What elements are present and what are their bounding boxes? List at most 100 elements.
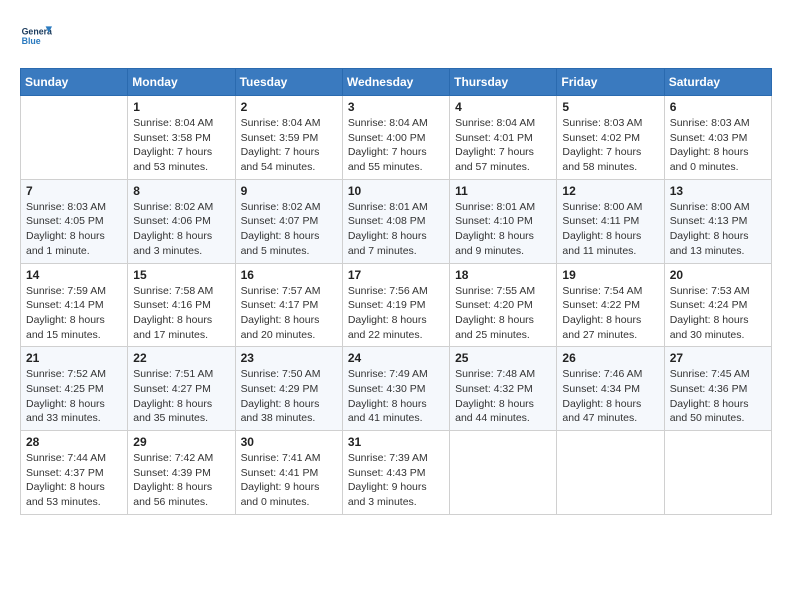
calendar-cell: 20 Sunrise: 7:53 AMSunset: 4:24 PMDaylig…: [664, 263, 771, 347]
calendar-week-row: 28 Sunrise: 7:44 AMSunset: 4:37 PMDaylig…: [21, 431, 772, 515]
calendar-cell: 29 Sunrise: 7:42 AMSunset: 4:39 PMDaylig…: [128, 431, 235, 515]
calendar-table: SundayMondayTuesdayWednesdayThursdayFrid…: [20, 68, 772, 515]
day-info: Sunrise: 7:59 AMSunset: 4:14 PMDaylight:…: [26, 284, 122, 343]
day-info: Sunrise: 7:39 AMSunset: 4:43 PMDaylight:…: [348, 451, 444, 510]
calendar-cell: 23 Sunrise: 7:50 AMSunset: 4:29 PMDaylig…: [235, 347, 342, 431]
day-info: Sunrise: 7:49 AMSunset: 4:30 PMDaylight:…: [348, 367, 444, 426]
day-info: Sunrise: 7:48 AMSunset: 4:32 PMDaylight:…: [455, 367, 551, 426]
day-number: 26: [562, 351, 658, 365]
calendar-week-row: 14 Sunrise: 7:59 AMSunset: 4:14 PMDaylig…: [21, 263, 772, 347]
day-of-week-header: Sunday: [21, 69, 128, 96]
day-info: Sunrise: 8:00 AMSunset: 4:11 PMDaylight:…: [562, 200, 658, 259]
day-info: Sunrise: 8:02 AMSunset: 4:07 PMDaylight:…: [241, 200, 337, 259]
day-number: 5: [562, 100, 658, 114]
day-number: 4: [455, 100, 551, 114]
day-info: Sunrise: 7:54 AMSunset: 4:22 PMDaylight:…: [562, 284, 658, 343]
day-info: Sunrise: 7:44 AMSunset: 4:37 PMDaylight:…: [26, 451, 122, 510]
calendar-cell: 10 Sunrise: 8:01 AMSunset: 4:08 PMDaylig…: [342, 179, 449, 263]
calendar-cell: 14 Sunrise: 7:59 AMSunset: 4:14 PMDaylig…: [21, 263, 128, 347]
day-info: Sunrise: 7:58 AMSunset: 4:16 PMDaylight:…: [133, 284, 229, 343]
day-number: 21: [26, 351, 122, 365]
day-of-week-header: Tuesday: [235, 69, 342, 96]
day-number: 1: [133, 100, 229, 114]
calendar-cell: 4 Sunrise: 8:04 AMSunset: 4:01 PMDayligh…: [450, 96, 557, 180]
calendar-cell: 24 Sunrise: 7:49 AMSunset: 4:30 PMDaylig…: [342, 347, 449, 431]
day-info: Sunrise: 7:53 AMSunset: 4:24 PMDaylight:…: [670, 284, 766, 343]
calendar-cell: 7 Sunrise: 8:03 AMSunset: 4:05 PMDayligh…: [21, 179, 128, 263]
calendar-cell: [21, 96, 128, 180]
day-of-week-header: Wednesday: [342, 69, 449, 96]
page-header: General Blue: [20, 20, 772, 52]
day-info: Sunrise: 8:04 AMSunset: 3:58 PMDaylight:…: [133, 116, 229, 175]
day-of-week-header: Thursday: [450, 69, 557, 96]
day-info: Sunrise: 7:57 AMSunset: 4:17 PMDaylight:…: [241, 284, 337, 343]
calendar-cell: 27 Sunrise: 7:45 AMSunset: 4:36 PMDaylig…: [664, 347, 771, 431]
calendar-cell: 28 Sunrise: 7:44 AMSunset: 4:37 PMDaylig…: [21, 431, 128, 515]
day-info: Sunrise: 7:41 AMSunset: 4:41 PMDaylight:…: [241, 451, 337, 510]
calendar-cell: 19 Sunrise: 7:54 AMSunset: 4:22 PMDaylig…: [557, 263, 664, 347]
day-number: 14: [26, 268, 122, 282]
day-number: 13: [670, 184, 766, 198]
day-number: 16: [241, 268, 337, 282]
day-number: 27: [670, 351, 766, 365]
day-number: 31: [348, 435, 444, 449]
day-info: Sunrise: 7:46 AMSunset: 4:34 PMDaylight:…: [562, 367, 658, 426]
day-number: 19: [562, 268, 658, 282]
calendar-cell: 18 Sunrise: 7:55 AMSunset: 4:20 PMDaylig…: [450, 263, 557, 347]
day-of-week-header: Saturday: [664, 69, 771, 96]
calendar-week-row: 1 Sunrise: 8:04 AMSunset: 3:58 PMDayligh…: [21, 96, 772, 180]
day-info: Sunrise: 7:56 AMSunset: 4:19 PMDaylight:…: [348, 284, 444, 343]
calendar-cell: 26 Sunrise: 7:46 AMSunset: 4:34 PMDaylig…: [557, 347, 664, 431]
calendar-cell: 17 Sunrise: 7:56 AMSunset: 4:19 PMDaylig…: [342, 263, 449, 347]
day-info: Sunrise: 7:55 AMSunset: 4:20 PMDaylight:…: [455, 284, 551, 343]
calendar-cell: 1 Sunrise: 8:04 AMSunset: 3:58 PMDayligh…: [128, 96, 235, 180]
calendar-cell: 6 Sunrise: 8:03 AMSunset: 4:03 PMDayligh…: [664, 96, 771, 180]
day-number: 25: [455, 351, 551, 365]
calendar-cell: [557, 431, 664, 515]
day-number: 9: [241, 184, 337, 198]
day-info: Sunrise: 8:01 AMSunset: 4:08 PMDaylight:…: [348, 200, 444, 259]
calendar-cell: 25 Sunrise: 7:48 AMSunset: 4:32 PMDaylig…: [450, 347, 557, 431]
calendar-cell: [664, 431, 771, 515]
day-info: Sunrise: 8:00 AMSunset: 4:13 PMDaylight:…: [670, 200, 766, 259]
calendar-cell: 22 Sunrise: 7:51 AMSunset: 4:27 PMDaylig…: [128, 347, 235, 431]
day-info: Sunrise: 7:42 AMSunset: 4:39 PMDaylight:…: [133, 451, 229, 510]
day-info: Sunrise: 8:03 AMSunset: 4:02 PMDaylight:…: [562, 116, 658, 175]
day-number: 29: [133, 435, 229, 449]
day-number: 7: [26, 184, 122, 198]
logo: General Blue: [20, 20, 52, 52]
day-of-week-header: Monday: [128, 69, 235, 96]
calendar-cell: 30 Sunrise: 7:41 AMSunset: 4:41 PMDaylig…: [235, 431, 342, 515]
calendar-header-row: SundayMondayTuesdayWednesdayThursdayFrid…: [21, 69, 772, 96]
day-number: 6: [670, 100, 766, 114]
day-info: Sunrise: 8:02 AMSunset: 4:06 PMDaylight:…: [133, 200, 229, 259]
day-info: Sunrise: 8:04 AMSunset: 4:01 PMDaylight:…: [455, 116, 551, 175]
day-number: 2: [241, 100, 337, 114]
day-number: 30: [241, 435, 337, 449]
day-of-week-header: Friday: [557, 69, 664, 96]
day-number: 12: [562, 184, 658, 198]
calendar-week-row: 7 Sunrise: 8:03 AMSunset: 4:05 PMDayligh…: [21, 179, 772, 263]
day-number: 28: [26, 435, 122, 449]
calendar-cell: 8 Sunrise: 8:02 AMSunset: 4:06 PMDayligh…: [128, 179, 235, 263]
day-info: Sunrise: 7:51 AMSunset: 4:27 PMDaylight:…: [133, 367, 229, 426]
day-number: 10: [348, 184, 444, 198]
calendar-cell: 21 Sunrise: 7:52 AMSunset: 4:25 PMDaylig…: [21, 347, 128, 431]
day-number: 15: [133, 268, 229, 282]
day-info: Sunrise: 8:03 AMSunset: 4:05 PMDaylight:…: [26, 200, 122, 259]
calendar-cell: 11 Sunrise: 8:01 AMSunset: 4:10 PMDaylig…: [450, 179, 557, 263]
day-number: 3: [348, 100, 444, 114]
day-number: 23: [241, 351, 337, 365]
day-number: 17: [348, 268, 444, 282]
calendar-cell: 15 Sunrise: 7:58 AMSunset: 4:16 PMDaylig…: [128, 263, 235, 347]
day-info: Sunrise: 8:04 AMSunset: 3:59 PMDaylight:…: [241, 116, 337, 175]
logo-icon: General Blue: [20, 20, 52, 52]
calendar-week-row: 21 Sunrise: 7:52 AMSunset: 4:25 PMDaylig…: [21, 347, 772, 431]
calendar-cell: 13 Sunrise: 8:00 AMSunset: 4:13 PMDaylig…: [664, 179, 771, 263]
day-info: Sunrise: 8:04 AMSunset: 4:00 PMDaylight:…: [348, 116, 444, 175]
day-info: Sunrise: 8:03 AMSunset: 4:03 PMDaylight:…: [670, 116, 766, 175]
day-info: Sunrise: 8:01 AMSunset: 4:10 PMDaylight:…: [455, 200, 551, 259]
day-number: 24: [348, 351, 444, 365]
svg-text:Blue: Blue: [22, 36, 41, 46]
calendar-cell: 12 Sunrise: 8:00 AMSunset: 4:11 PMDaylig…: [557, 179, 664, 263]
